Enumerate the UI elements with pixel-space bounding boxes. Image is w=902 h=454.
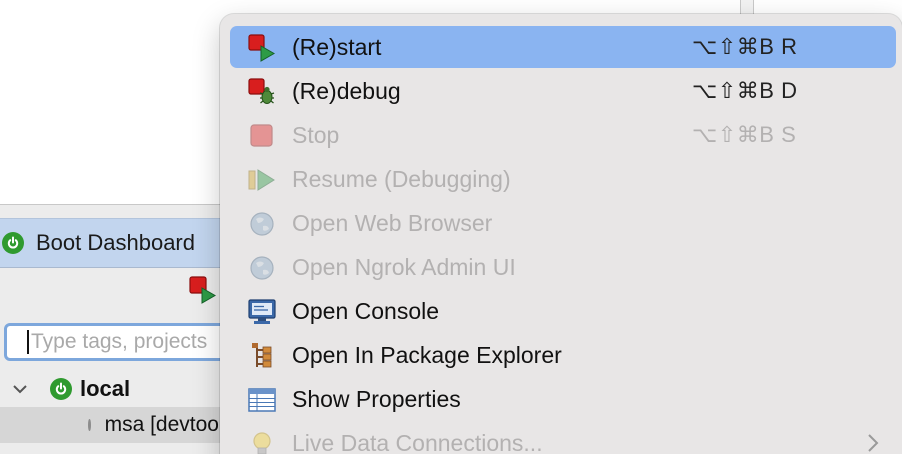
- menu-item-open-web-browser[interactable]: Open Web Browser: [230, 202, 896, 244]
- globe-icon: [250, 256, 274, 280]
- tag-search-field[interactable]: [4, 323, 240, 361]
- boot-dashboard-tab-label: Boot Dashboard: [36, 230, 195, 255]
- chevron-down-icon[interactable]: [12, 381, 28, 397]
- tree-node-local[interactable]: local: [0, 371, 240, 407]
- package-explorer-icon: [252, 343, 272, 368]
- lightbulb-icon: [253, 432, 271, 454]
- menu-item-open-ngrok-admin-ui[interactable]: Open Ngrok Admin UI: [230, 246, 896, 288]
- menu-item-label: (Re)debug: [292, 77, 401, 104]
- menu-item-label: Open Console: [292, 297, 440, 324]
- status-dot-icon: [88, 419, 91, 431]
- menu-item-redebug[interactable]: (Re)debug ⌥⇧⌘B D: [230, 70, 896, 112]
- restart-icon[interactable]: [188, 275, 218, 305]
- menu-item-open-in-package-explorer[interactable]: Open In Package Explorer: [230, 334, 896, 376]
- menu-item-stop[interactable]: Stop ⌥⇧⌘B S: [230, 114, 896, 156]
- menu-item-resume-debugging[interactable]: Resume (Debugging): [230, 158, 896, 200]
- menu-item-label: Open Ngrok Admin UI: [292, 253, 516, 280]
- debug-bug-icon: [248, 78, 275, 104]
- spring-boot-power-icon: [50, 378, 72, 400]
- spring-boot-power-icon: [2, 232, 24, 254]
- resume-icon: [248, 169, 275, 191]
- console-monitor-icon: [248, 299, 276, 324]
- menu-item-label: Stop: [292, 121, 340, 148]
- properties-table-icon: [248, 388, 276, 412]
- screen: Boot Dashboard local msa [devtools]: [0, 0, 902, 454]
- boot-dashboard-view: Boot Dashboard local msa [devtools]: [0, 204, 240, 454]
- menu-item-shortcut: ⌥⇧⌘B D: [692, 78, 798, 103]
- text-caret: [27, 330, 29, 354]
- menu-item-label: (Re)start: [292, 33, 382, 60]
- menu-item-label: Live Data Connections...: [292, 429, 543, 454]
- menu-item-label: Open In Package Explorer: [292, 341, 562, 368]
- menu-item-label: Show Properties: [292, 385, 461, 412]
- globe-icon: [250, 212, 274, 236]
- menu-item-label: Open Web Browser: [292, 209, 493, 236]
- restart-icon: [248, 34, 276, 62]
- tree-node-app[interactable]: msa [devtools]: [0, 407, 240, 443]
- menu-item-live-data-connections[interactable]: Live Data Connections...: [230, 422, 896, 454]
- menu-item-shortcut: ⌥⇧⌘B S: [692, 122, 797, 147]
- stop-icon: [250, 124, 273, 147]
- menu-item-open-console[interactable]: Open Console: [230, 290, 896, 332]
- menu-item-shortcut: ⌥⇧⌘B R: [692, 34, 798, 59]
- context-menu: (Re)start ⌥⇧⌘B R (Re)debug ⌥⇧⌘B D Stop ⌥…: [220, 14, 902, 454]
- tree-node-local-label: local: [80, 376, 131, 401]
- menu-item-label: Resume (Debugging): [292, 165, 511, 192]
- menu-item-restart[interactable]: (Re)start ⌥⇧⌘B R: [230, 26, 896, 68]
- menu-item-show-properties[interactable]: Show Properties: [230, 378, 896, 420]
- tag-search-input[interactable]: [31, 330, 231, 354]
- boot-dashboard-tab[interactable]: Boot Dashboard: [0, 218, 240, 268]
- chevron-right-icon: [868, 434, 879, 452]
